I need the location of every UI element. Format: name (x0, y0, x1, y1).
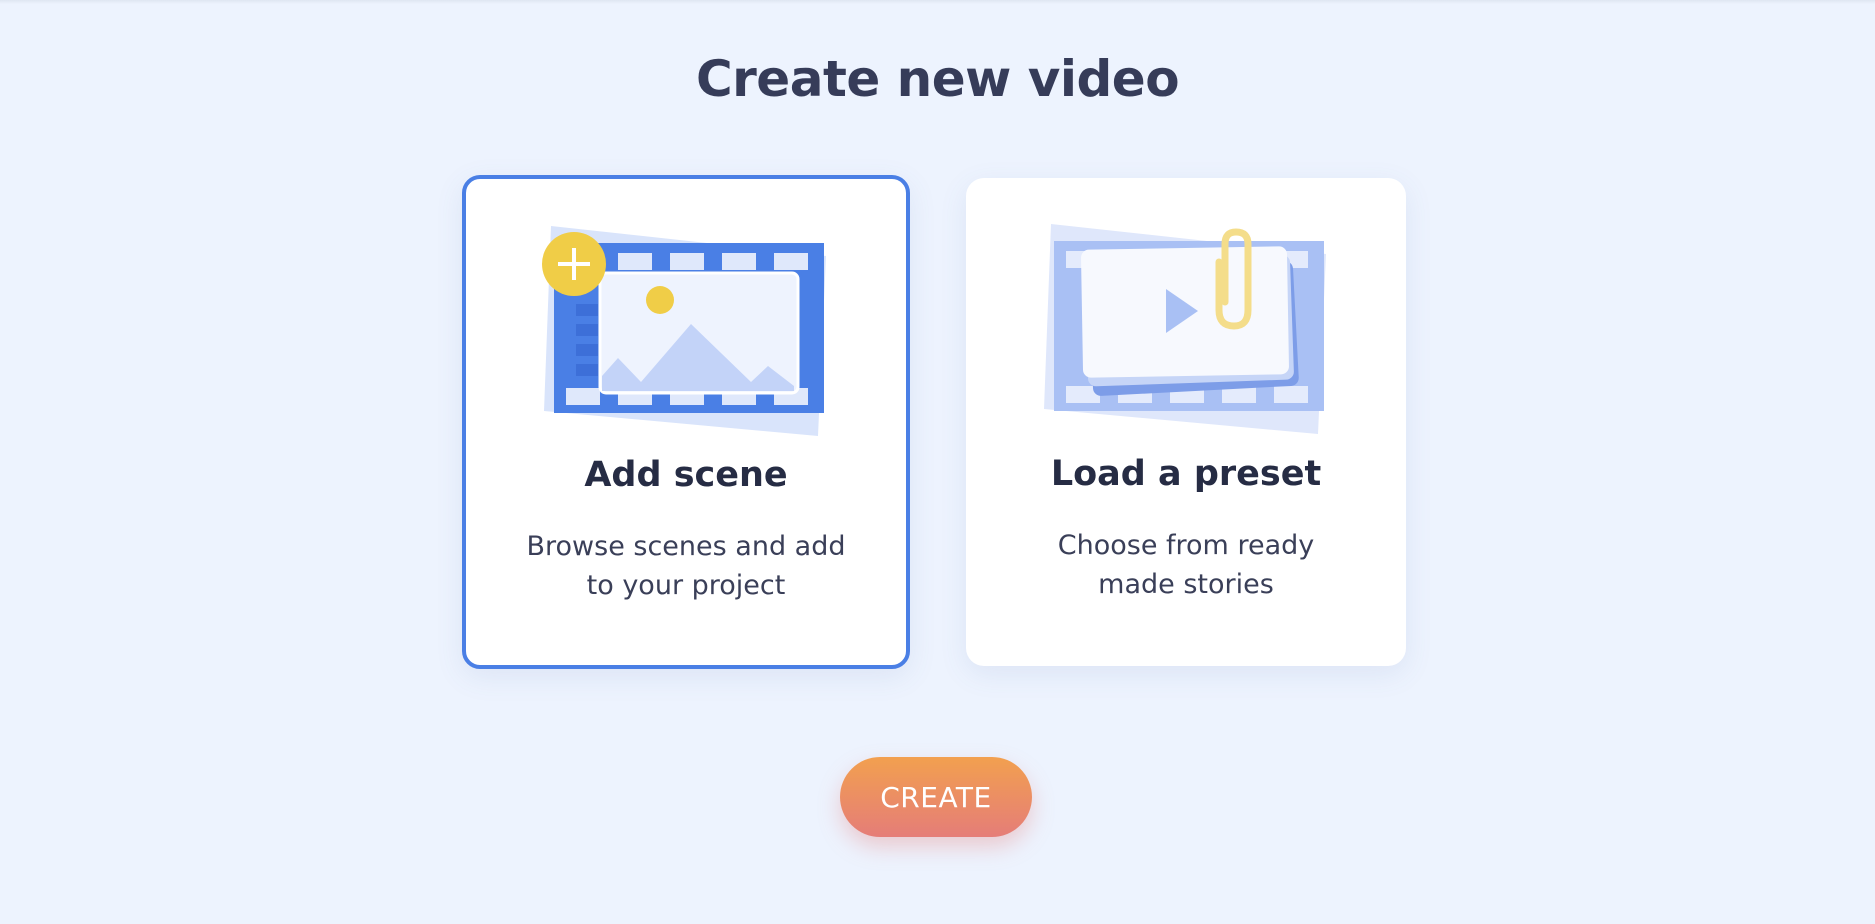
add-scene-title: Add scene (584, 455, 788, 495)
add-scene-description: Browse scenes and add to your project (526, 531, 846, 601)
load-preset-title: Load a preset (1050, 454, 1322, 494)
create-button[interactable]: CREATE (840, 757, 1032, 837)
page-title: Create new video (695, 50, 1180, 108)
film-image-plus-icon (542, 226, 826, 436)
add-scene-card[interactable]: Add scene Browse scenes and add to your … (462, 175, 910, 669)
load-preset-card[interactable]: Load a preset Choose from ready made sto… (966, 178, 1406, 666)
top-divider (0, 0, 1875, 4)
film-stack-play-clip-icon (1044, 224, 1326, 434)
load-preset-description: Choose from ready made stories (1057, 530, 1315, 600)
